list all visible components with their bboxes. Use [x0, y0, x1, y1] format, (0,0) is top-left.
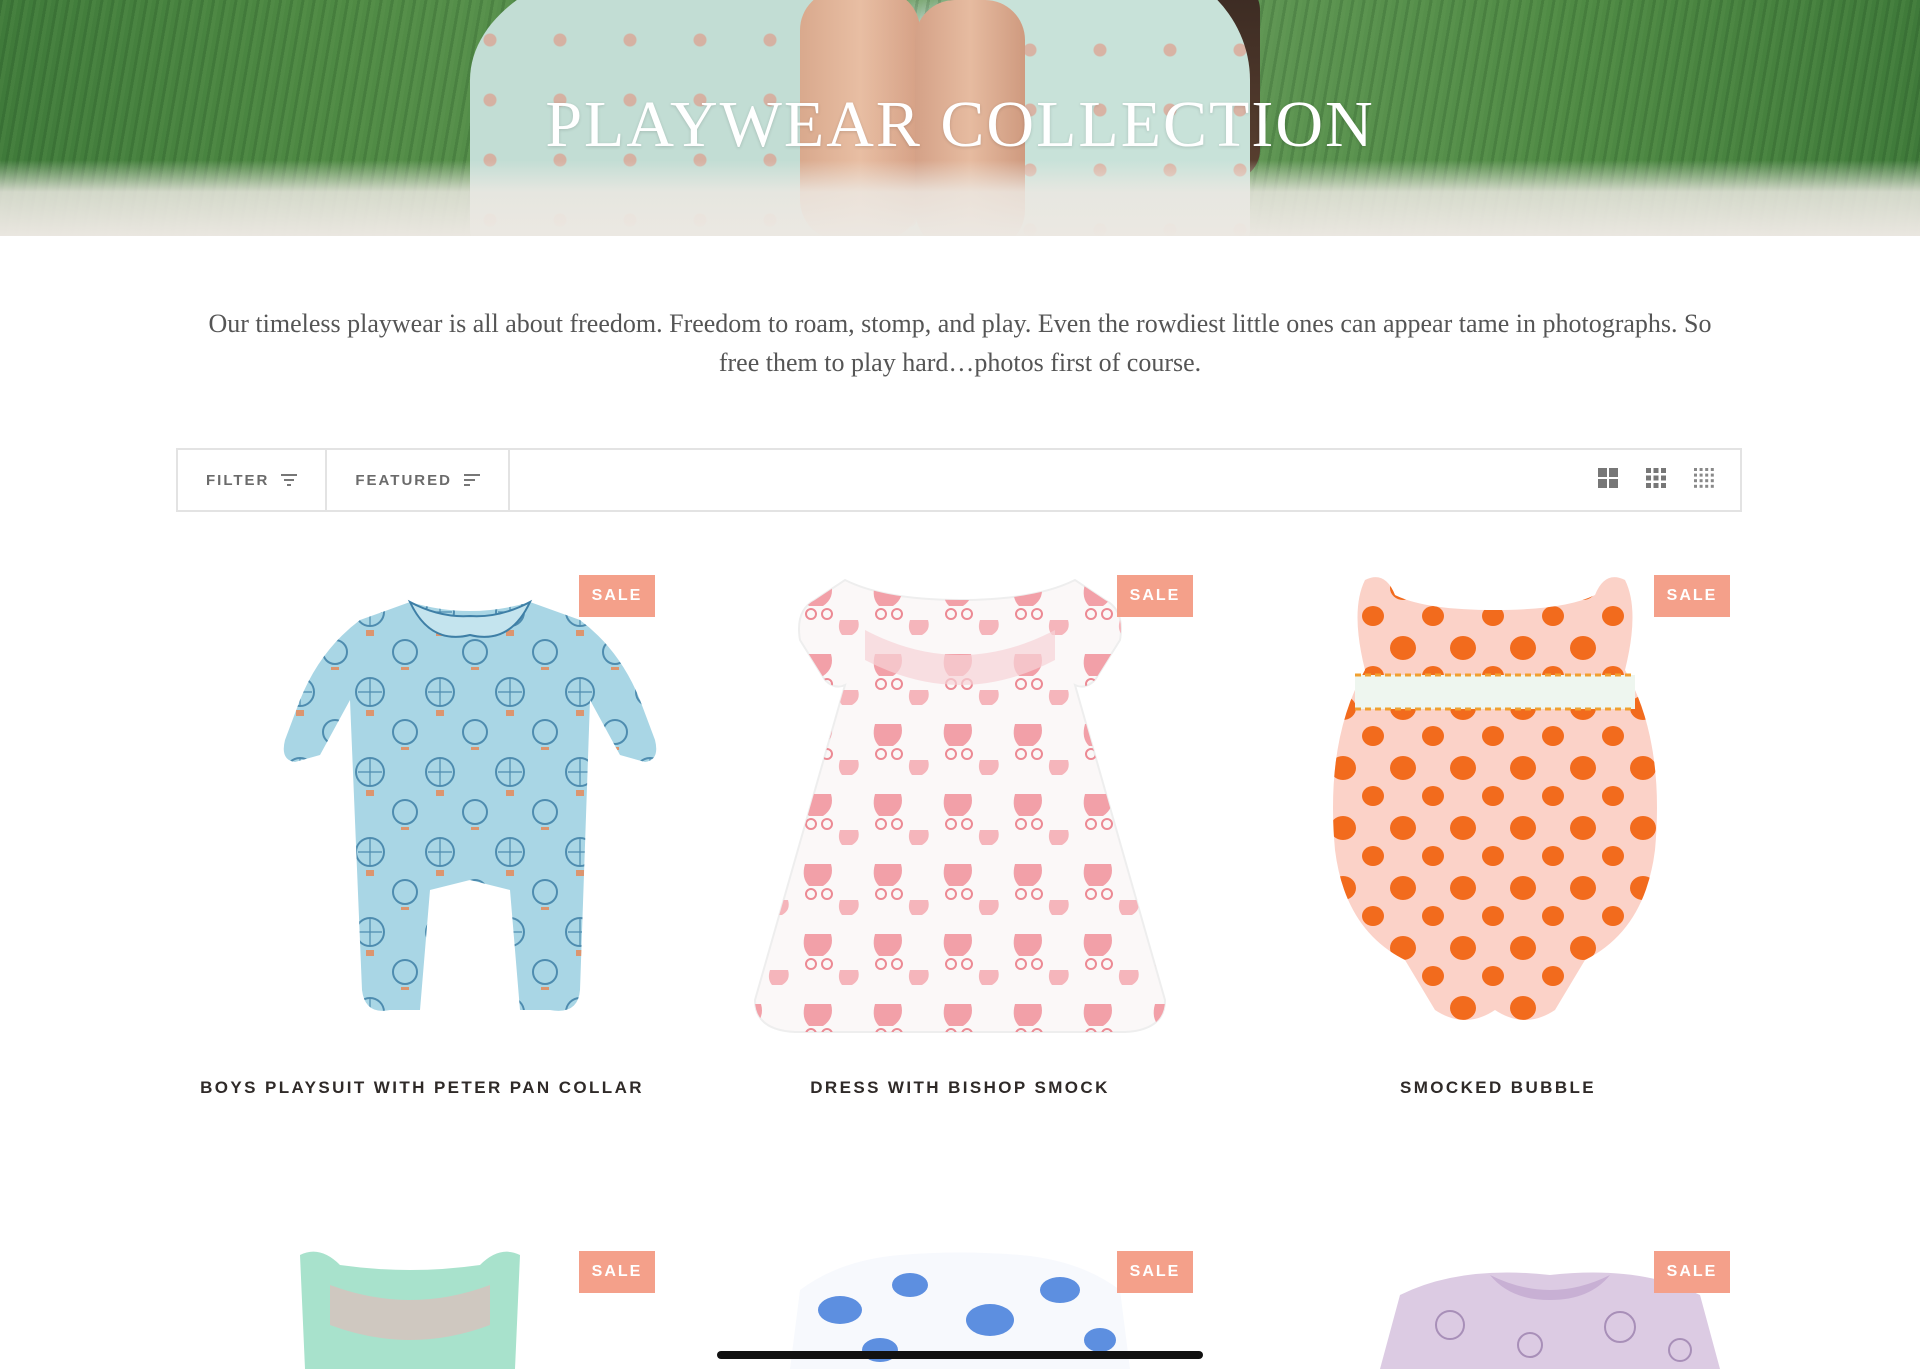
product-image-dress[interactable] — [725, 570, 1195, 1040]
sort-button[interactable]: FEATURED — [327, 450, 510, 510]
sale-badge: SALE — [1117, 1251, 1193, 1293]
home-indicator[interactable] — [717, 1351, 1203, 1359]
sort-icon — [463, 474, 480, 486]
grid-3-icon[interactable] — [1646, 467, 1666, 493]
collection-toolbar: FILTER FEATURED — [176, 448, 1742, 512]
collection-description: Our timeless playwear is all about freed… — [208, 309, 1712, 377]
grid-2-icon[interactable] — [1598, 467, 1618, 493]
grid-4-icon[interactable] — [1694, 467, 1714, 493]
product-name[interactable]: SMOCKED BUBBLE — [1228, 1076, 1768, 1100]
page-title: PLAYWEAR COLLECTION — [545, 88, 1375, 161]
product-name[interactable]: BOYS PLAYSUIT WITH PETER PAN COLLAR — [152, 1076, 692, 1100]
sale-badge: SALE — [579, 1251, 655, 1293]
product-image-bubble[interactable] — [1325, 570, 1665, 1040]
hero-blanket — [0, 160, 1920, 236]
sale-badge: SALE — [1654, 1251, 1730, 1293]
filter-button[interactable]: FILTER — [178, 450, 328, 510]
product-image-playsuit[interactable] — [280, 590, 660, 1030]
sale-badge: SALE — [1117, 575, 1193, 617]
sale-badge: SALE — [579, 575, 655, 617]
product-image-mint-dress[interactable] — [290, 1245, 530, 1369]
product-name[interactable]: DRESS WITH BISHOP SMOCK — [690, 1076, 1230, 1100]
sale-badge: SALE — [1654, 575, 1730, 617]
sort-label: FEATURED — [355, 471, 452, 489]
grid-view-switcher — [1598, 467, 1740, 493]
filter-icon — [281, 474, 298, 486]
hero-banner: PLAYWEAR COLLECTION — [0, 0, 1920, 236]
filter-label: FILTER — [206, 471, 270, 489]
